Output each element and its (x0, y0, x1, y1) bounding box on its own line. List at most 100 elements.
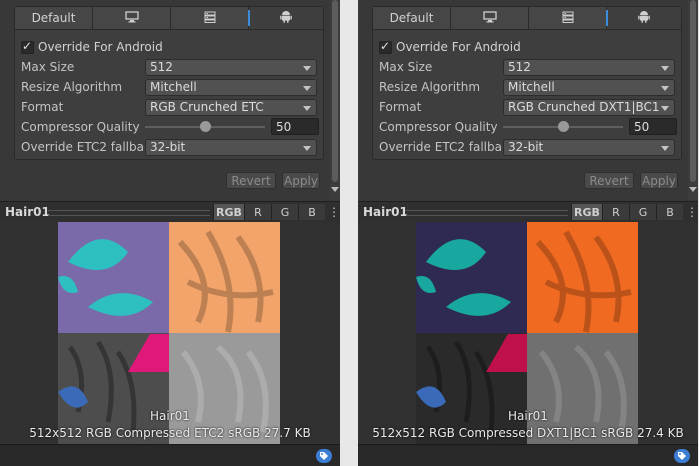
max-size-dropdown[interactable]: 512 (145, 58, 317, 76)
tab-default[interactable]: Default (15, 7, 93, 29)
preview-header: Hair01 RGB R G B ⋮ (0, 201, 340, 223)
max-size-dropdown[interactable]: 512 (503, 58, 675, 76)
chevron-down-icon (661, 85, 669, 91)
scroll-down-arrow-icon[interactable] (689, 187, 697, 192)
quality-slider-knob[interactable] (200, 121, 211, 132)
etc2-fallback-dropdown[interactable]: 32-bit (145, 138, 317, 156)
server-icon (204, 11, 216, 26)
resize-algorithm-value: Mitchell (150, 80, 197, 94)
monitor-icon (124, 10, 139, 26)
inspector-section: Default O (0, 0, 340, 200)
tab-standalone[interactable] (451, 7, 529, 29)
format-value: RGB Crunched DXT1|BC1 (508, 100, 660, 114)
max-size-label: Max Size (21, 60, 75, 74)
tab-server[interactable] (171, 7, 249, 29)
quality-row: Compressor Quality 50 (21, 118, 319, 136)
revert-button[interactable]: Revert (584, 172, 634, 189)
tab-android[interactable] (606, 7, 681, 29)
drag-grip[interactable] (406, 210, 568, 216)
preview-caption-info: 512x512 RGB Compressed DXT1|BC1 sRGB 27.… (372, 426, 684, 440)
tab-server[interactable] (529, 7, 607, 29)
etc2-fallback-value: 32-bit (508, 140, 544, 154)
channel-b-button[interactable]: B (298, 204, 325, 220)
format-dropdown[interactable]: RGB Crunched ETC (145, 98, 317, 116)
channel-g-button[interactable]: G (629, 204, 656, 220)
apply-button[interactable]: Apply (640, 172, 678, 189)
tab-default[interactable]: Default (373, 7, 451, 29)
compressor-quality-label: Compressor Quality (379, 120, 498, 134)
format-row: Format RGB Crunched ETC (21, 98, 317, 116)
format-row: Format RGB Crunched DXT1|BC1 (379, 98, 675, 116)
chevron-down-icon (303, 145, 311, 151)
platform-tabs: Default (373, 7, 681, 30)
format-dropdown[interactable]: RGB Crunched DXT1|BC1 (503, 98, 675, 116)
max-size-label: Max Size (379, 60, 433, 74)
quality-value: 50 (276, 119, 292, 134)
scroll-down-arrow-icon[interactable] (331, 187, 339, 192)
override-checkbox[interactable] (379, 39, 392, 54)
override-checkbox[interactable] (21, 39, 34, 54)
revert-button[interactable]: Revert (226, 172, 276, 189)
texture-importer-panel-etc: Default O (0, 0, 340, 466)
override-row: Override For Android (21, 38, 317, 56)
channel-r-button[interactable]: R (244, 204, 271, 220)
apply-button[interactable]: Apply (282, 172, 320, 189)
status-bar (358, 444, 698, 466)
inspector-scrollbar[interactable] (330, 0, 340, 200)
preview-caption-name: Hair01 (150, 409, 190, 423)
chevron-down-icon (661, 145, 669, 151)
drag-grip[interactable] (48, 210, 210, 216)
max-size-value: 512 (150, 60, 173, 74)
resize-algorithm-dropdown[interactable]: Mitchell (503, 78, 675, 96)
quality-value: 50 (634, 119, 650, 134)
scrollbar-thumb[interactable] (332, 0, 338, 182)
etc2-fallback-dropdown[interactable]: 32-bit (503, 138, 675, 156)
resize-algorithm-dropdown[interactable]: Mitchell (145, 78, 317, 96)
compressor-quality-label: Compressor Quality (21, 120, 140, 134)
max-size-row: Max Size 512 (379, 58, 675, 76)
monitor-icon (482, 10, 497, 26)
platform-tabs: Default (15, 7, 323, 30)
inspector-scrollbar[interactable] (688, 0, 698, 200)
tab-android[interactable] (248, 7, 323, 29)
quality-input[interactable]: 50 (271, 118, 319, 135)
etc2-fallback-label: Override ETC2 fallback (379, 140, 501, 154)
override-label: Override For Android (396, 40, 521, 54)
status-bar (0, 444, 340, 466)
more-options-icon[interactable]: ⋮ (686, 204, 698, 220)
channel-r-button[interactable]: R (602, 204, 629, 220)
preview-header: Hair01 RGB R G B ⋮ (358, 201, 698, 223)
channel-g-button[interactable]: G (271, 204, 298, 220)
quality-row: Compressor Quality 50 (379, 118, 677, 136)
texture-importer-panel-dxt: Default O (358, 0, 698, 466)
more-options-icon[interactable]: ⋮ (328, 204, 340, 220)
format-label: Format (379, 100, 422, 114)
format-value: RGB Crunched ETC (150, 100, 264, 114)
android-icon (280, 10, 292, 26)
tab-standalone[interactable] (93, 7, 171, 29)
scrollbar-thumb[interactable] (690, 0, 696, 182)
channel-rgb-button[interactable]: RGB (571, 204, 602, 220)
preview-caption-name: Hair01 (508, 409, 548, 423)
resize-algorithm-label: Resize Algorithm (379, 80, 481, 94)
quality-input[interactable]: 50 (629, 118, 677, 135)
platform-settings-box: Default O (372, 6, 682, 160)
preview-asset-name: Hair01 (5, 205, 50, 219)
server-icon (562, 11, 574, 26)
etc2-fallback-value: 32-bit (150, 140, 186, 154)
resize-algorithm-label: Resize Algorithm (21, 80, 123, 94)
channel-rgb-button[interactable]: RGB (213, 204, 244, 220)
inspector-section: Default O (358, 0, 698, 200)
override-row: Override For Android (379, 38, 675, 56)
chevron-down-icon (661, 65, 669, 71)
label-tag-icon[interactable] (316, 449, 332, 463)
chevron-down-icon (303, 105, 311, 111)
resize-row: Resize Algorithm Mitchell (21, 78, 317, 96)
channel-b-button[interactable]: B (656, 204, 683, 220)
label-tag-icon[interactable] (674, 449, 690, 463)
quality-slider-knob[interactable] (558, 121, 569, 132)
preview-caption-info: 512x512 RGB Compressed ETC2 sRGB 27.7 KB (29, 426, 311, 440)
chevron-down-icon (303, 85, 311, 91)
override-label: Override For Android (38, 40, 163, 54)
android-icon (638, 10, 650, 26)
